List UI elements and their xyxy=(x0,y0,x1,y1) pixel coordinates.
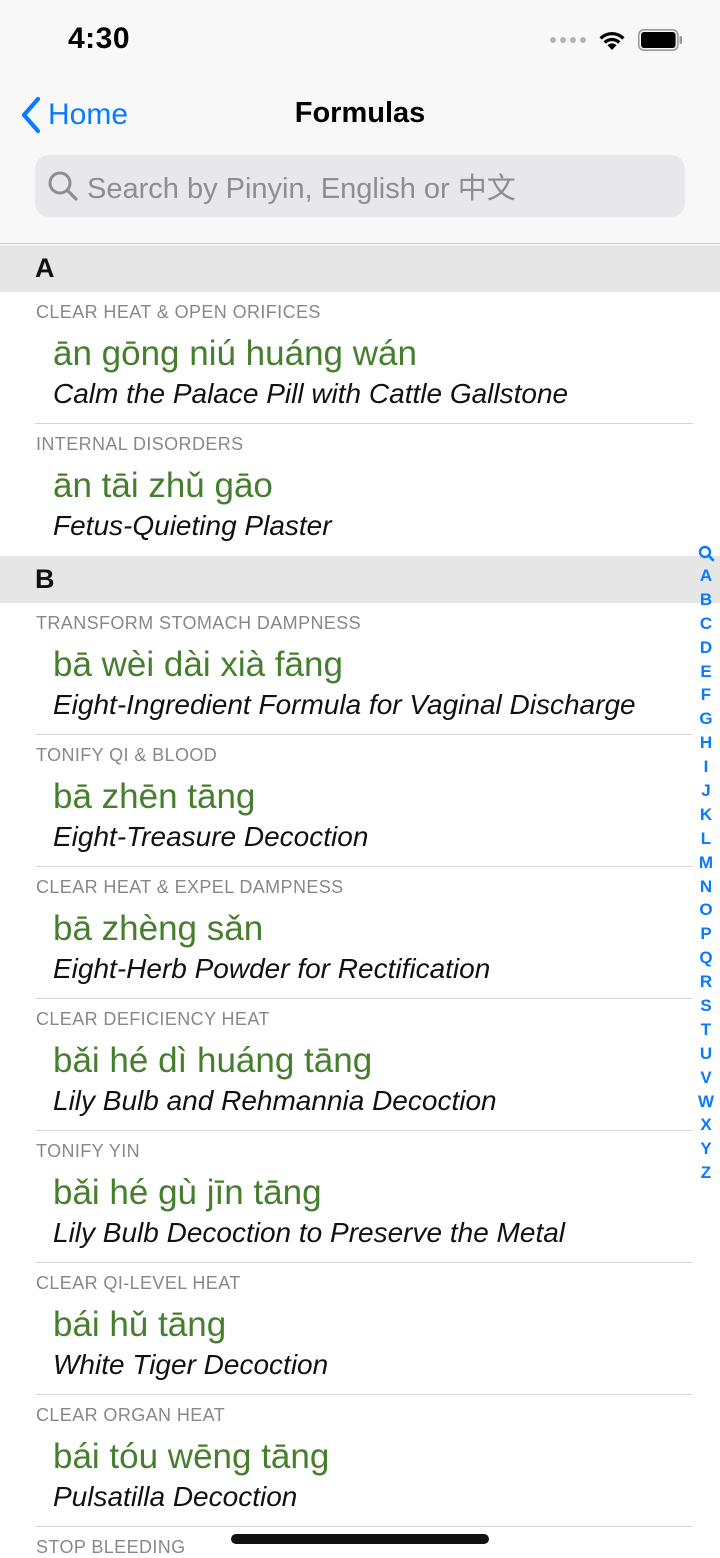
wifi-icon xyxy=(599,32,625,50)
index-letter[interactable]: R xyxy=(700,970,712,994)
formula-category: CLEAR HEAT & OPEN ORIFICES xyxy=(36,302,321,322)
search-input[interactable]: Search by Pinyin, English or 中文 xyxy=(35,155,685,217)
formula-category: CLEAR ORGAN HEAT xyxy=(36,1405,226,1425)
formula-english: Lily Bulb Decoction to Preserve the Meta… xyxy=(53,1217,566,1248)
status-time: 4:30 xyxy=(68,22,131,55)
list-item[interactable]: CLEAR HEAT & EXPEL DAMPNESS bā zhèng sǎn… xyxy=(0,867,720,999)
formula-pinyin: bǎi hé gù jīn tāng xyxy=(53,1173,322,1212)
formula-english: White Tiger Decoction xyxy=(53,1349,329,1380)
list-item[interactable]: CLEAR HEAT & OPEN ORIFICES ān gōng niú h… xyxy=(0,292,720,424)
index-letter[interactable]: U xyxy=(700,1042,712,1066)
search-placeholder: Search by Pinyin, English or 中文 xyxy=(87,173,516,205)
index-letter[interactable]: B xyxy=(700,588,712,612)
home-indicator[interactable] xyxy=(231,1534,489,1544)
index-letter[interactable]: D xyxy=(700,636,712,660)
formula-english: Lily Bulb and Rehmannia Decoction xyxy=(53,1085,497,1116)
index-letter[interactable]: W xyxy=(698,1090,714,1114)
formula-category: CLEAR DEFICIENCY HEAT xyxy=(36,1009,270,1029)
formula-english: Pulsatilla Decoction xyxy=(53,1481,298,1512)
formula-pinyin: bái hǔ tāng xyxy=(53,1305,227,1344)
list-item[interactable]: TONIFY YIN bǎi hé gù jīn tāng Lily Bulb … xyxy=(0,1131,720,1263)
index-letter[interactable]: J xyxy=(701,779,710,803)
section-index[interactable]: A B C D E F G H I J K L M N O P Q R S T … xyxy=(697,542,715,1185)
formula-category: STOP BLEEDING xyxy=(36,1537,186,1557)
formula-category: INTERNAL DISORDERS xyxy=(36,434,244,454)
index-letter[interactable]: L xyxy=(701,827,711,851)
formula-english: Eight-Herb Powder for Rectification xyxy=(53,953,491,984)
formula-pinyin: bā zhēn tāng xyxy=(53,777,256,816)
search-icon xyxy=(48,171,78,201)
formula-category: CLEAR HEAT & EXPEL DAMPNESS xyxy=(36,877,344,897)
index-letter[interactable]: P xyxy=(700,922,711,946)
index-letter[interactable]: N xyxy=(700,875,712,899)
formula-list: A CLEAR HEAT & OPEN ORIFICES ān gōng niú… xyxy=(0,245,720,1558)
formula-english: Calm the Palace Pill with Cattle Gallsto… xyxy=(53,378,569,409)
index-letter[interactable]: F xyxy=(701,683,711,707)
formula-pinyin: bǎi hé dì huáng tāng xyxy=(53,1041,373,1080)
index-letter[interactable]: Q xyxy=(699,946,712,970)
list-item[interactable]: TONIFY QI & BLOOD bā zhēn tāng Eight-Tre… xyxy=(0,735,720,867)
formula-english: Eight-Ingredient Formula for Vaginal Dis… xyxy=(53,689,636,720)
page-title: Formulas xyxy=(294,97,426,129)
index-search-icon[interactable] xyxy=(698,542,715,564)
formula-english: Fetus-Quieting Plaster xyxy=(53,510,332,541)
formula-pinyin: ān gōng niú huáng wán xyxy=(53,334,417,373)
formula-pinyin: bā wèi dài xià fāng xyxy=(53,645,343,684)
index-letter[interactable]: E xyxy=(700,660,711,684)
index-letter[interactable]: K xyxy=(700,803,712,827)
top-bar: 4:30 Home Formulas Search by Pinyin, Eng… xyxy=(0,0,720,244)
index-letter[interactable]: S xyxy=(700,994,711,1018)
list-item[interactable]: INTERNAL DISORDERS ān tāi zhǔ gāo Fetus-… xyxy=(0,424,720,556)
formula-category: TONIFY YIN xyxy=(36,1141,141,1161)
index-letter[interactable]: V xyxy=(700,1066,711,1090)
index-letter[interactable]: T xyxy=(701,1018,711,1042)
list-item[interactable]: CLEAR DEFICIENCY HEAT bǎi hé dì huáng tā… xyxy=(0,999,720,1131)
formula-pinyin: bā zhèng sǎn xyxy=(53,909,264,948)
index-letter[interactable]: I xyxy=(704,755,709,779)
battery-icon xyxy=(638,29,683,51)
formula-pinyin: bái tóu wēng tāng xyxy=(53,1437,330,1476)
section-header-a: A xyxy=(0,245,720,292)
index-letter[interactable]: Z xyxy=(701,1161,711,1185)
list-item[interactable]: CLEAR QI-LEVEL HEAT bái hǔ tāng White Ti… xyxy=(0,1263,720,1395)
section-header-b: B xyxy=(0,556,720,603)
index-letter[interactable]: C xyxy=(700,612,712,636)
index-letter[interactable]: M xyxy=(699,851,713,875)
formula-category: TRANSFORM STOMACH DAMPNESS xyxy=(36,613,362,633)
list-item[interactable]: TRANSFORM STOMACH DAMPNESS bā wèi dài xi… xyxy=(0,603,720,735)
index-letter[interactable]: Y xyxy=(700,1137,711,1161)
index-letter[interactable]: X xyxy=(700,1113,711,1137)
formula-category: TONIFY QI & BLOOD xyxy=(36,745,218,765)
formula-category: CLEAR QI-LEVEL HEAT xyxy=(36,1273,241,1293)
cellular-signal-icon xyxy=(550,37,586,43)
index-letter[interactable]: A xyxy=(700,564,712,588)
index-letter[interactable]: H xyxy=(700,731,712,755)
index-letter[interactable]: G xyxy=(699,707,712,731)
list-item[interactable]: CLEAR ORGAN HEAT bái tóu wēng tāng Pulsa… xyxy=(0,1395,720,1527)
status-indicators xyxy=(550,26,684,54)
index-letter[interactable]: O xyxy=(699,898,712,922)
formula-english: Eight-Treasure Decoction xyxy=(53,821,369,852)
formula-pinyin: ān tāi zhǔ gāo xyxy=(53,466,273,505)
